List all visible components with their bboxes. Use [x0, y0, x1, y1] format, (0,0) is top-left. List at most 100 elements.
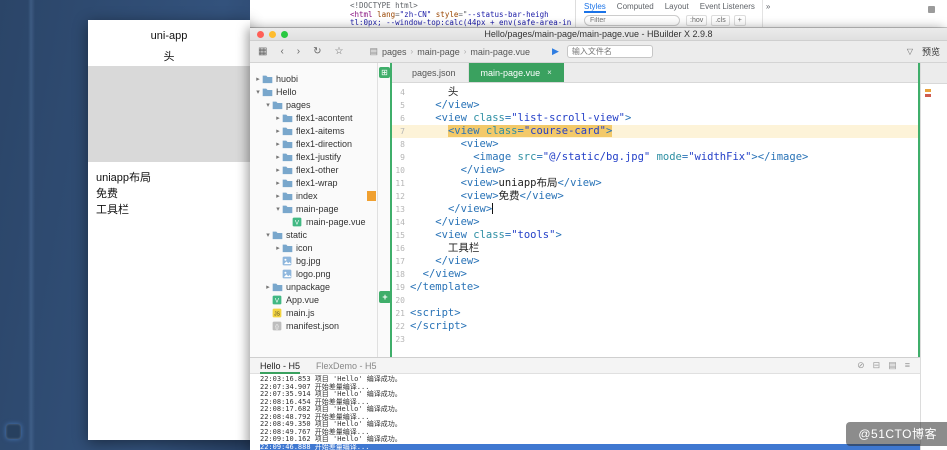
style-toggle-button[interactable]: + [733, 15, 746, 26]
disclosure-triangle-icon[interactable]: ▸ [264, 283, 272, 291]
tree-item[interactable]: ▸ flex1-acontent [250, 111, 377, 124]
app-list-item[interactable]: 免费 [96, 186, 246, 202]
disclosure-triangle-icon[interactable]: ▸ [274, 166, 282, 174]
nav-forward-icon[interactable]: › [297, 46, 300, 57]
breadcrumb-item[interactable]: main-page.vue [470, 47, 530, 57]
devtools-tab[interactable]: » [766, 0, 770, 13]
disclosure-triangle-icon[interactable]: ▾ [254, 88, 262, 96]
code-text: 工具栏 [410, 242, 480, 254]
run-icon[interactable]: ▶ [552, 46, 559, 57]
devtools-tab[interactable]: Layout [665, 0, 689, 13]
code-line[interactable]: 4 头 [392, 86, 918, 99]
code-line[interactable]: 10 </view> [392, 164, 918, 177]
panel-layout-icon[interactable]: ▤ [888, 360, 897, 371]
tree-item[interactable]: JS main.js [250, 306, 377, 319]
zoom-button[interactable] [281, 31, 288, 38]
code-line[interactable]: 9 <image src="@/static/bg.jpg" mode="wid… [392, 151, 918, 164]
tree-item[interactable]: Vmain-page.vue [250, 215, 377, 228]
code-line[interactable]: 6 <view class="list-scroll-view"> [392, 112, 918, 125]
disclosure-triangle-icon[interactable]: ▸ [274, 127, 282, 135]
refresh-icon[interactable]: ↻ [313, 46, 321, 57]
star-icon[interactable]: ☆ [335, 46, 344, 57]
console-log-line[interactable]: 22:09:46.888 开始差量编译... [260, 443, 920, 450]
tree-item[interactable]: ▸ flex1-aitems [250, 124, 377, 137]
tree-item[interactable]: ▸ flex1-direction [250, 137, 377, 150]
code-line[interactable]: 7 <view class="course-card"> [392, 125, 918, 138]
menu-icon[interactable]: ≡ [905, 360, 910, 371]
dock-icon[interactable] [6, 424, 21, 439]
tree-item[interactable]: ▾ Hello [250, 85, 377, 98]
tree-item[interactable]: ▸ flex1-other [250, 163, 377, 176]
minimize-button[interactable] [269, 31, 276, 38]
code-line[interactable]: 13 </view> [392, 203, 918, 216]
disclosure-triangle-icon[interactable]: ▾ [274, 205, 282, 213]
code-line[interactable]: 19 </template> [392, 281, 918, 294]
disclosure-triangle-icon[interactable]: ▸ [274, 153, 282, 161]
trash-icon[interactable]: ⊟ [873, 360, 881, 371]
tree-item[interactable]: V App.vue [250, 293, 377, 306]
code-line[interactable]: 5 </view> [392, 99, 918, 112]
tree-item[interactable]: ▸ flex1-justify [250, 150, 377, 163]
disclosure-triangle-icon[interactable]: ▾ [264, 231, 272, 239]
code-editor[interactable]: 4 头5 </view> 6 <view class="list-scroll-v… [392, 83, 918, 357]
code-line[interactable]: 14 </view> [392, 216, 918, 229]
disclosure-triangle-icon[interactable]: ▸ [274, 114, 282, 122]
tree-item[interactable]: ▸ huobi [250, 72, 377, 85]
code-line[interactable]: 22 </script> [392, 320, 918, 333]
filter-icon[interactable]: ▽ [907, 47, 913, 56]
tree-item[interactable]: ▸ icon [250, 241, 377, 254]
code-line[interactable]: 18 </view> [392, 268, 918, 281]
disclosure-triangle-icon[interactable]: ▸ [274, 244, 282, 252]
search-input[interactable] [566, 45, 653, 58]
code-line[interactable]: 12 <view>免费</view> [392, 190, 918, 203]
devtools-tab[interactable]: Event Listeners [700, 0, 755, 13]
tree-item[interactable]: ▾ static [250, 228, 377, 241]
code-line[interactable]: 23 [392, 333, 918, 346]
tree-item-label: main-page [296, 203, 339, 214]
console-tab[interactable]: Hello - H5 [260, 358, 300, 374]
disclosure-triangle-icon[interactable]: ▾ [264, 101, 272, 109]
tree-item[interactable]: ▸ index [250, 189, 377, 202]
style-toggle-button[interactable]: .cls [711, 15, 730, 26]
devtools-tab[interactable]: Styles [584, 0, 606, 13]
disclosure-triangle-icon[interactable]: ▸ [274, 179, 282, 187]
watermark: @51CTO博客 [846, 422, 947, 446]
code-line[interactable]: 11 <view>uniapp布局</view> [392, 177, 918, 190]
disclosure-triangle-icon[interactable]: ▸ [274, 140, 282, 148]
breadcrumb-item[interactable]: main-page [417, 47, 460, 57]
editor-tab[interactable]: pages.json [400, 63, 469, 82]
disclosure-triangle-icon[interactable]: ▸ [254, 75, 262, 83]
tree-item[interactable]: ▸ unpackage [250, 280, 377, 293]
code-line[interactable]: 8 <view> [392, 138, 918, 151]
clear-logs-icon[interactable]: ⊘ [857, 360, 865, 371]
console-logs[interactable]: 22:03:16.853 项目 'Hello' 编译成功。 22:07:34.90… [250, 374, 920, 450]
code-line[interactable]: 20 [392, 294, 918, 307]
tree-item[interactable]: ▸ flex1-wrap [250, 176, 377, 189]
tree-item[interactable]: ▾ pages [250, 98, 377, 111]
code-line[interactable]: 21 <script> [392, 307, 918, 320]
tree-item[interactable]: ▾ main-page [250, 202, 377, 215]
preview-button[interactable]: 预览 [922, 45, 940, 58]
devtools-filter-input[interactable] [584, 15, 680, 26]
close-tab-icon[interactable]: × [547, 68, 552, 77]
code-line[interactable]: 17 </view> [392, 255, 918, 268]
disclosure-triangle-icon[interactable]: ▸ [274, 192, 282, 200]
console-tab[interactable]: FlexDemo - H5 [316, 358, 377, 374]
nav-back-icon[interactable]: ‹ [280, 46, 283, 57]
app-list-item[interactable]: uniapp布局 [96, 170, 246, 186]
editor-tab[interactable]: main-page.vue × [468, 63, 564, 82]
close-button[interactable] [257, 31, 264, 38]
app-list-item[interactable]: 工具栏 [96, 202, 246, 218]
code-line[interactable]: 16 工具栏 [392, 242, 918, 255]
tree-item[interactable]: {} manifest.json [250, 319, 377, 332]
breadcrumb-item[interactable]: pages [382, 47, 407, 57]
devtools-dom-tree[interactable]: <!DOCTYPE html> <html lang="zh-CN" style=… [350, 1, 571, 28]
tree-item[interactable]: logo.png [250, 267, 377, 280]
style-toggle-button[interactable]: :hov [686, 15, 708, 26]
window-grid-icon[interactable]: ▦ [258, 46, 267, 57]
plus-icon[interactable]: + [379, 291, 391, 303]
tree-item[interactable]: bg.jpg [250, 254, 377, 267]
grid-icon[interactable]: ⊞ [379, 67, 390, 78]
code-line[interactable]: 15 <view class="tools"> [392, 229, 918, 242]
devtools-tab[interactable]: Computed [617, 0, 654, 13]
